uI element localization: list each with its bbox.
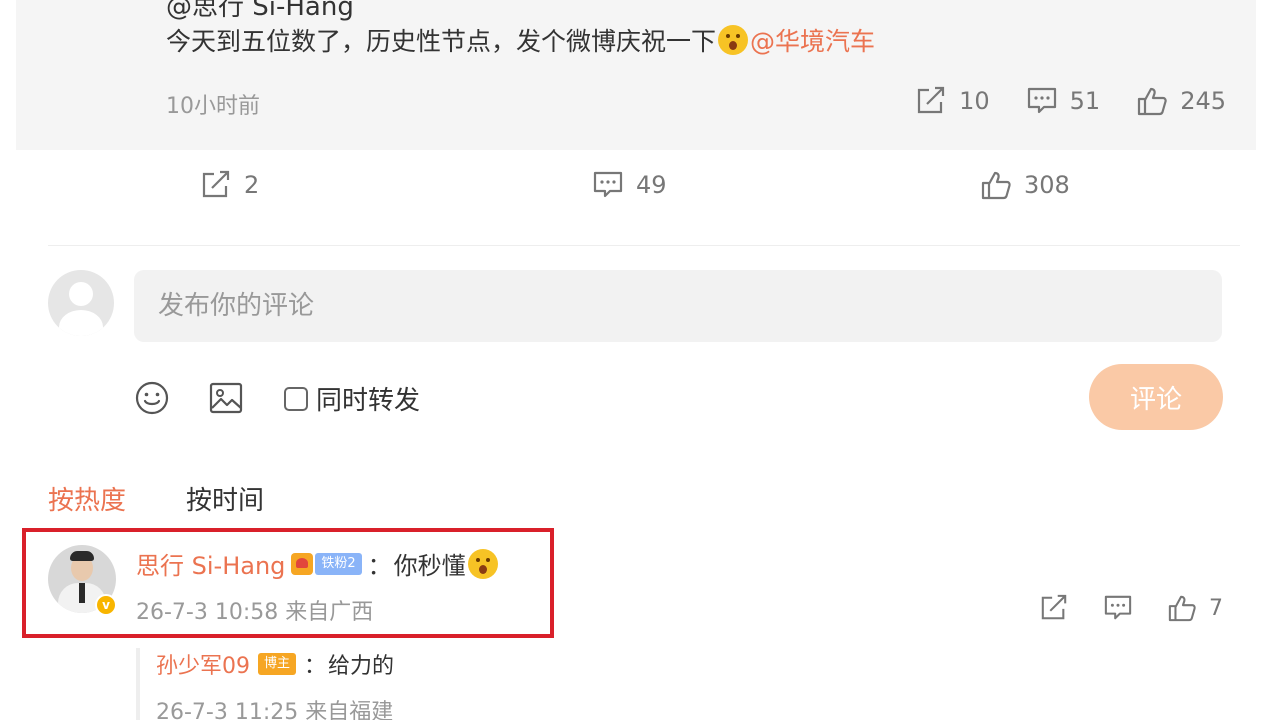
thumbs-up-icon — [1136, 86, 1168, 116]
image-icon — [208, 380, 244, 416]
smiley-icon — [134, 380, 170, 416]
quoted-post-text: 今天到五位数了，历史性节点，发个微博庆祝一下 @华境汽车 — [166, 22, 875, 58]
mention-link[interactable]: @华境汽车 — [750, 22, 875, 58]
fan-level-badge: 铁粉2 — [315, 552, 362, 575]
comment-input[interactable] — [134, 270, 1222, 342]
quoted-like-button[interactable]: 245 — [1136, 86, 1226, 116]
like-count: 308 — [1024, 171, 1070, 199]
quoted-comment-button[interactable]: 51 — [1026, 86, 1101, 116]
reply-text: 给力的 — [328, 654, 395, 679]
quoted-post-time: 10小时前 — [166, 94, 260, 119]
thumbs-up-icon — [980, 170, 1012, 200]
also-repost-label: 同时转发 — [316, 386, 421, 416]
divider — [48, 245, 1240, 246]
comment-icon — [1026, 86, 1058, 116]
comment-repost-button[interactable] — [1039, 594, 1069, 622]
quoted-like-count: 245 — [1180, 87, 1226, 115]
reply-meta: 26-7-3 11:25 来自福建 — [156, 700, 394, 720]
comment-icon — [1103, 594, 1133, 622]
quoted-post-body: 今天到五位数了，历史性节点，发个微博庆祝一下 — [166, 27, 717, 56]
comment-button[interactable]: 49 — [592, 170, 667, 200]
crown-badge-icon — [291, 552, 314, 575]
author-badge: 博主 — [258, 653, 297, 675]
tab-sort-by-time[interactable]: 按时间 — [186, 480, 264, 517]
comment-text: 你秒懂 — [393, 552, 466, 580]
emoji-button[interactable] — [134, 380, 170, 416]
comment-count: 49 — [636, 171, 667, 199]
surprised-emoji-icon — [718, 25, 749, 55]
quoted-repost-button[interactable]: 10 — [915, 86, 990, 116]
repost-button[interactable]: 2 — [200, 170, 259, 200]
reply-thread-bar — [136, 648, 140, 720]
comment-meta: 26-7-3 10:58 来自广西 — [136, 600, 374, 625]
comment-like-count: 7 — [1209, 595, 1223, 621]
reply-author[interactable]: 孙少军09 — [156, 648, 250, 680]
reply-content: 孙少军09 博主 ： 给力的 — [156, 648, 394, 680]
comment-reply-button[interactable] — [1103, 594, 1133, 622]
comment-icon — [592, 170, 624, 200]
submit-comment-button[interactable]: 评论 — [1089, 364, 1223, 430]
verified-badge-icon: v — [95, 594, 117, 616]
quoted-post-header: @思行 Si-Hang — [166, 0, 354, 22]
quoted-post-actions: 10 51 245 — [915, 86, 1226, 116]
repost-icon — [1039, 594, 1069, 622]
current-user-avatar — [48, 270, 114, 336]
repost-icon — [915, 86, 947, 116]
comment-colon: ： — [367, 552, 392, 580]
quoted-comment-count: 51 — [1069, 87, 1101, 115]
image-button[interactable] — [208, 380, 244, 416]
comment-like-button[interactable]: 7 — [1167, 594, 1223, 622]
repost-icon — [200, 170, 232, 200]
comment-actions: 7 — [1039, 594, 1223, 622]
comment-author[interactable]: 思行 Si-Hang — [136, 546, 285, 581]
comment-sort-tabs: 按热度 按时间 — [48, 480, 264, 517]
thumbs-up-icon — [1167, 594, 1197, 622]
repost-count: 2 — [244, 171, 260, 199]
also-repost-toggle[interactable]: 同时转发 — [284, 380, 420, 417]
also-repost-checkbox[interactable] — [284, 386, 308, 411]
quoted-repost-count: 10 — [959, 87, 990, 115]
quoted-post-card[interactable]: @思行 Si-Hang 今天到五位数了，历史性节点，发个微博庆祝一下 @华境汽车… — [16, 0, 1256, 150]
surprised-emoji-icon — [467, 548, 498, 579]
post-action-bar: 2 49 308 — [0, 170, 1277, 214]
tab-sort-by-hot[interactable]: 按热度 — [48, 480, 126, 517]
comment-content: 思行 Si-Hang 铁粉2 ： 你秒懂 — [136, 546, 500, 581]
reply-colon: ： — [304, 654, 327, 679]
like-button[interactable]: 308 — [980, 170, 1070, 200]
weibo-post-detail: @思行 Si-Hang 今天到五位数了，历史性节点，发个微博庆祝一下 @华境汽车… — [0, 0, 1277, 720]
